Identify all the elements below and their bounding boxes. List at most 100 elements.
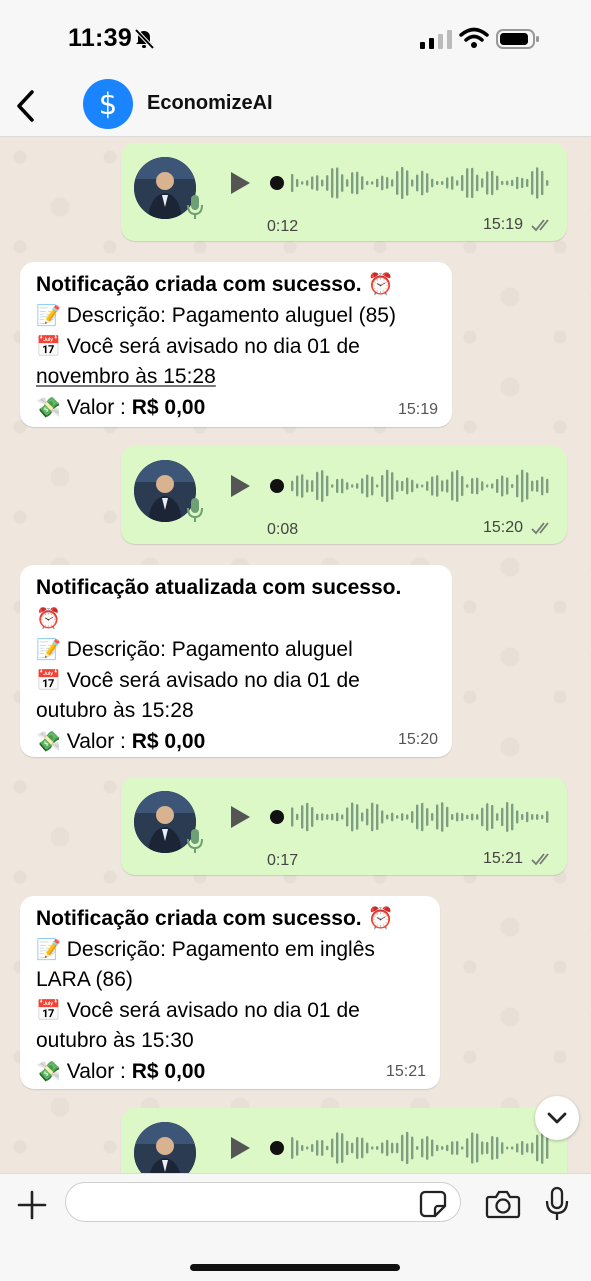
contact-avatar[interactable]: $	[83, 79, 133, 129]
value-amount: R$ 0,00	[131, 396, 206, 419]
waveform-bar	[471, 477, 474, 495]
reminder-date-link[interactable]: novembro às 15:28	[36, 365, 216, 388]
message-input[interactable]	[65, 1182, 461, 1222]
waveform[interactable]	[269, 161, 549, 205]
waveform-bar	[471, 1132, 474, 1164]
waveform-bar	[296, 178, 299, 188]
waveform-bar	[441, 480, 444, 492]
sticker-icon[interactable]	[419, 1190, 447, 1218]
incoming-message-bubble[interactable]: Notificação atualizada com sucesso. ⏰ 📝 …	[20, 565, 452, 757]
waveform-bar	[486, 1141, 489, 1155]
scroll-to-bottom-button[interactable]	[535, 1096, 579, 1140]
waveform-bar	[361, 1137, 364, 1159]
waveform-bar	[526, 811, 529, 823]
camera-icon[interactable]	[485, 1188, 521, 1220]
money-icon: 💸	[36, 1059, 61, 1083]
waveform-bar	[451, 176, 454, 190]
play-icon[interactable]	[227, 169, 253, 197]
waveform-bar	[536, 167, 539, 199]
waveform-bar	[496, 478, 499, 494]
waveform-bar	[406, 814, 409, 820]
waveform-bar	[501, 475, 504, 497]
waveform-bar	[426, 1136, 429, 1160]
waveform-bar	[311, 1143, 314, 1153]
back-chevron-icon[interactable]	[10, 86, 44, 126]
playhead	[270, 176, 284, 190]
voice-message-bubble[interactable]: 0:12 15:19	[121, 143, 567, 241]
waveform-bar	[481, 807, 484, 827]
voice-message-bubble[interactable]: 0:17 15:21	[121, 777, 567, 875]
waveform-bar	[336, 478, 339, 494]
waveform-bar	[391, 812, 394, 822]
waveform[interactable]	[269, 464, 549, 508]
waveform-bar	[541, 814, 544, 820]
waveform-bar	[311, 479, 314, 493]
waveform-bar	[351, 802, 354, 832]
status-time: 11:39	[68, 24, 133, 52]
waveform-bar	[496, 175, 499, 191]
value-label: Valor :	[66, 396, 132, 419]
message-title: Notificação criada com sucesso. ⏰	[36, 907, 394, 930]
description-text: Descrição: Pagamento aluguel (85)	[66, 304, 396, 327]
waveform-bar	[306, 1146, 309, 1150]
microphone-icon[interactable]	[543, 1186, 571, 1222]
waveform-bar	[421, 170, 424, 196]
waveform-bar	[321, 1140, 324, 1156]
bell-muted-icon	[134, 28, 155, 50]
waveform-bar	[346, 482, 349, 490]
waveform-bar	[501, 180, 504, 186]
waveform-bar	[381, 810, 384, 824]
reminder-text-line1: Você será avisado no dia 01 de	[66, 669, 360, 692]
waveform-bar	[421, 1138, 424, 1158]
memo-icon: 📝	[36, 637, 61, 661]
double-check-icon	[531, 522, 549, 535]
waveform-bar	[321, 813, 324, 821]
waveform-bar	[411, 479, 414, 493]
voice-message-bubble[interactable]: 0:08 15:20	[121, 446, 567, 544]
waveform-bar	[426, 808, 429, 826]
waveform-bar	[331, 484, 334, 488]
incoming-message-bubble[interactable]: Notificação criada com sucesso. ⏰ 📝 Desc…	[20, 896, 440, 1089]
waveform[interactable]	[269, 795, 549, 839]
play-icon[interactable]	[227, 803, 253, 831]
waveform-bar	[436, 475, 439, 497]
waveform-bar	[381, 475, 384, 497]
message-time: 15:21	[482, 850, 523, 867]
waveform-bar	[411, 810, 414, 824]
waveform-bar	[416, 1146, 419, 1150]
waveform-bar	[491, 483, 494, 489]
battery-icon	[496, 29, 539, 49]
description-text-line1: Descrição: Pagamento em inglês	[66, 938, 375, 961]
waveform-bar	[456, 469, 459, 503]
double-check-icon	[531, 219, 549, 232]
waveform-bar	[501, 807, 504, 827]
waveform-bar	[366, 180, 369, 186]
calendar-icon: 📅	[36, 668, 61, 692]
waveform-bar	[371, 802, 374, 832]
chat-title[interactable]: EconomizeAI	[147, 92, 273, 115]
playhead	[270, 1141, 284, 1155]
incoming-message-bubble[interactable]: Notificação criada com sucesso. ⏰ 📝 Desc…	[20, 262, 452, 427]
waveform[interactable]	[269, 1126, 549, 1170]
play-icon[interactable]	[227, 1134, 253, 1162]
waveform-bar	[476, 814, 479, 820]
message-time: 15:20	[482, 519, 523, 536]
waveform-bar	[306, 479, 309, 493]
waveform-bar	[511, 1146, 514, 1150]
waveform-bar	[431, 476, 434, 496]
play-icon[interactable]	[227, 472, 253, 500]
waveform-bar	[486, 171, 489, 195]
waveform-bar	[446, 806, 449, 828]
waveform-bar	[296, 475, 299, 497]
waveform-bar	[411, 179, 414, 187]
message-list[interactable]: 0:12 15:19 Notificação criada com sucess…	[0, 137, 591, 1173]
waveform-bar	[331, 813, 334, 821]
waveform-bar	[426, 481, 429, 491]
waveform-bar	[546, 811, 549, 823]
plus-icon[interactable]	[14, 1187, 50, 1223]
memo-icon: 📝	[36, 303, 61, 327]
waveform-bar	[476, 174, 479, 192]
waveform-bar	[336, 167, 339, 199]
wifi-icon	[459, 27, 489, 48]
voice-message-bubble[interactable]	[121, 1108, 567, 1173]
